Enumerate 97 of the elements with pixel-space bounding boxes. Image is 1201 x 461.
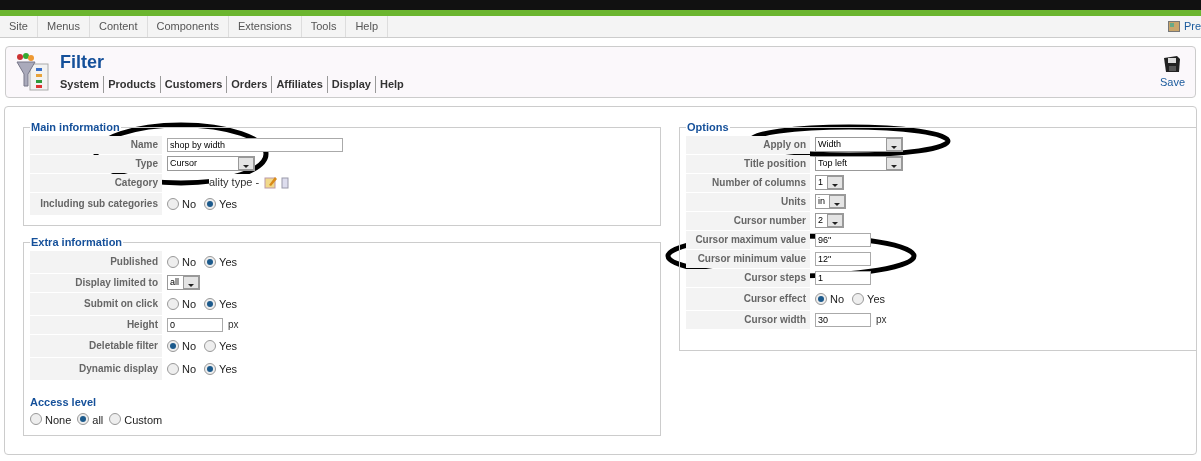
radio-button[interactable] <box>204 297 217 310</box>
field-label: Cursor minimum value <box>686 249 810 268</box>
caret-icon <box>238 157 254 170</box>
text-field[interactable]: 12" <box>815 251 871 266</box>
radio-label: Custom <box>124 413 163 428</box>
radio-button[interactable] <box>30 413 42 426</box>
radio-button[interactable] <box>167 339 179 352</box>
preview-link[interactable]: Pre <box>1167 16 1201 37</box>
field-label: Cursor number <box>686 211 810 230</box>
menu-item[interactable]: Tools <box>301 16 347 37</box>
dropdown[interactable]: Cursor <box>167 156 255 171</box>
submenu-link[interactable]: Orders <box>226 76 272 93</box>
category-value: ality type - <box>209 174 260 191</box>
radio-button[interactable] <box>204 197 217 210</box>
dropdown[interactable]: in <box>815 194 846 209</box>
menu-item[interactable]: Menus <box>37 16 90 37</box>
radio-button[interactable] <box>204 255 217 268</box>
menu-item[interactable]: Content <box>90 16 148 37</box>
radio-label: No <box>182 297 197 313</box>
preview-icon <box>1167 21 1180 32</box>
submenu-link[interactable]: Affiliates <box>271 76 327 93</box>
field-label: Published <box>30 250 162 273</box>
radio-label: No <box>182 339 197 355</box>
radio-label: Yes <box>219 197 237 213</box>
field-label: Title position <box>686 154 810 173</box>
field-label: Cursor maximum value <box>686 230 810 249</box>
radio-button[interactable] <box>167 255 179 268</box>
caret-icon <box>829 195 845 208</box>
field-label: Category <box>30 173 162 192</box>
field-label: Apply on <box>686 135 810 154</box>
field-label: Height <box>30 315 162 334</box>
field-label: Number of columns <box>686 173 810 192</box>
unit-label: px <box>876 313 887 327</box>
text-field[interactable]: 1 <box>815 270 871 285</box>
field-label: Units <box>686 192 810 211</box>
field-label: Cursor steps <box>686 268 810 287</box>
menu-item[interactable]: Components <box>147 16 229 37</box>
text-field[interactable]: 30 <box>815 312 871 327</box>
radio-button[interactable] <box>167 197 179 210</box>
menu-item[interactable]: Extensions <box>228 16 302 37</box>
caret-icon <box>827 214 843 227</box>
radio-label: Yes <box>867 292 885 308</box>
submenu-link[interactable]: Products <box>103 76 160 93</box>
radio-button[interactable] <box>852 292 865 305</box>
submenu-link[interactable]: System <box>60 76 104 93</box>
field-label: Dynamic display <box>30 357 162 380</box>
radio-button[interactable] <box>167 362 179 375</box>
section-legend: Options <box>686 119 730 136</box>
radio-label: Yes <box>219 362 237 378</box>
dropdown[interactable]: all <box>167 275 200 290</box>
unit-label: px <box>228 318 239 332</box>
save-button[interactable]: Save <box>1159 53 1185 91</box>
radio-label: None <box>45 413 72 428</box>
edit-and-trash-icons[interactable] <box>264 176 291 189</box>
dropdown[interactable]: Width <box>815 137 903 152</box>
radio-button[interactable] <box>204 362 217 375</box>
radio-label: No <box>182 362 197 378</box>
submenu-link[interactable]: Help <box>375 76 408 93</box>
text-field[interactable]: shop by width <box>167 137 343 152</box>
submenu-link[interactable]: Display <box>326 76 375 93</box>
radio-button[interactable] <box>815 292 827 305</box>
field-label: Cursor width <box>686 310 810 329</box>
caret-icon <box>183 276 199 289</box>
radio-label: No <box>182 255 197 271</box>
submenu-link[interactable]: Customers <box>159 76 227 93</box>
field-label: Type <box>30 154 162 173</box>
radio-label: all <box>92 413 104 428</box>
radio-button[interactable] <box>167 297 179 310</box>
radio-label: No <box>830 292 845 308</box>
field-label: Deletable filter <box>30 334 162 357</box>
field-label: Name <box>30 135 162 154</box>
radio-label: Yes <box>219 339 237 355</box>
field-label: Cursor effect <box>686 287 810 310</box>
radio-button[interactable] <box>204 339 217 352</box>
radio-label: Yes <box>219 297 237 313</box>
dropdown[interactable]: 2 <box>815 213 844 228</box>
radio-button[interactable] <box>109 413 122 426</box>
dropdown[interactable]: 1 <box>815 175 844 190</box>
radio-button[interactable] <box>77 413 90 426</box>
caret-icon <box>886 157 902 170</box>
field-label: Including sub categories <box>30 192 162 215</box>
field-label: Submit on click <box>30 292 162 315</box>
section-heading: Access level <box>30 394 98 410</box>
text-field[interactable]: 0 <box>167 317 223 332</box>
section-legend: Extra information <box>30 234 124 251</box>
dropdown[interactable]: Top left <box>815 156 903 171</box>
menu-item[interactable]: Help <box>346 16 389 37</box>
caret-icon <box>886 138 902 151</box>
menu-item[interactable]: Site <box>0 16 38 37</box>
section-legend: Main information <box>30 119 121 136</box>
radio-label: No <box>182 197 197 213</box>
text-field[interactable]: 96" <box>815 232 871 247</box>
page-title: Filter <box>60 51 105 74</box>
funnel-icon <box>14 52 52 92</box>
radio-label: Yes <box>219 255 237 271</box>
caret-icon <box>827 176 843 189</box>
field-label: Display limited to <box>30 273 162 292</box>
